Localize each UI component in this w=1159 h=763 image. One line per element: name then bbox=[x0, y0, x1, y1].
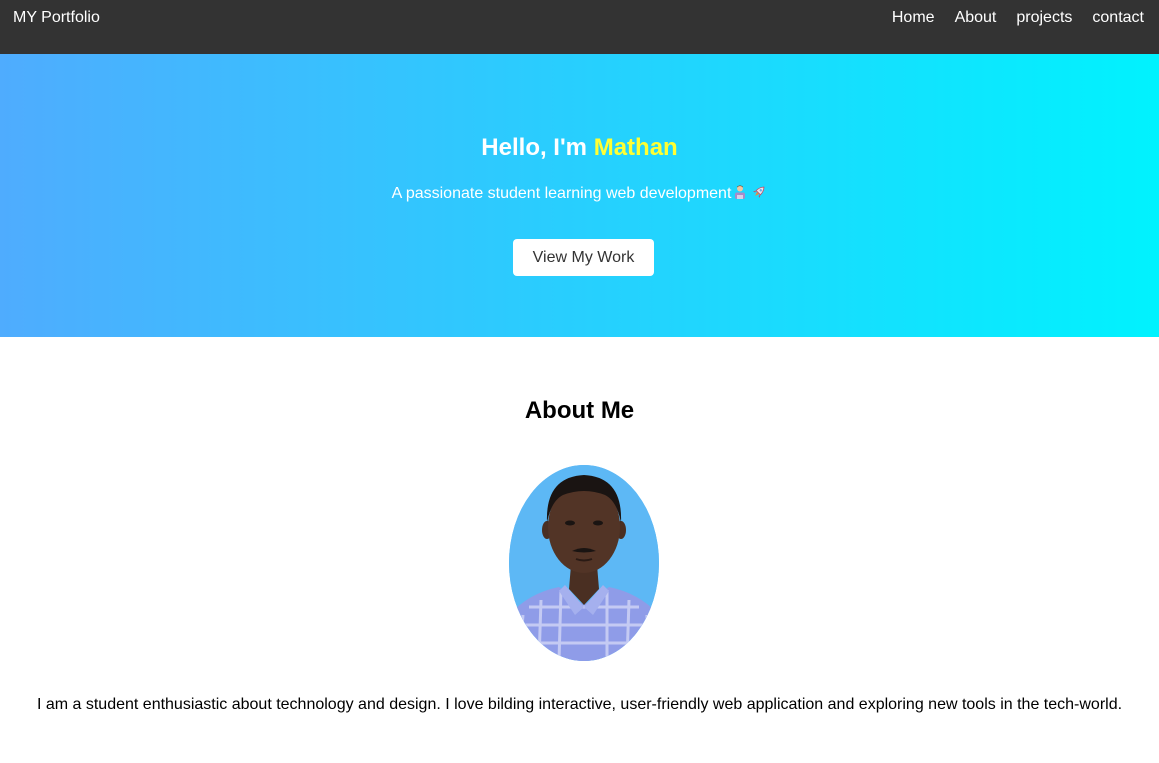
rocket-emoji-icon bbox=[751, 184, 767, 200]
nav-links: Home About projects contact bbox=[892, 9, 1144, 27]
view-my-work-button[interactable]: View My Work bbox=[513, 239, 654, 276]
nav-link-about[interactable]: About bbox=[955, 9, 997, 27]
brand-logo[interactable]: MY Portfolio bbox=[13, 9, 100, 27]
about-title: About Me bbox=[524, 397, 635, 424]
hero-name: Mathan bbox=[593, 134, 678, 161]
hero-title: Hello, I'm Mathan bbox=[0, 133, 1159, 163]
nav-link-projects[interactable]: projects bbox=[1016, 9, 1072, 27]
hero-greeting: Hello, I'm bbox=[481, 134, 594, 161]
profile-photo bbox=[509, 465, 659, 661]
boy-emoji-icon bbox=[732, 184, 748, 200]
hero-subtitle: A passionate student learning web develo… bbox=[0, 184, 1159, 204]
nav-link-home[interactable]: Home bbox=[892, 9, 935, 27]
about-description: I am a student enthusiastic about techno… bbox=[36, 696, 1123, 713]
navbar: MY Portfolio Home About projects contact bbox=[0, 0, 1159, 54]
hero-subtitle-text: A passionate student learning web develo… bbox=[391, 185, 732, 202]
hero-section: Hello, I'm Mathan A passionate student l… bbox=[0, 54, 1159, 337]
nav-link-contact[interactable]: contact bbox=[1092, 9, 1144, 27]
